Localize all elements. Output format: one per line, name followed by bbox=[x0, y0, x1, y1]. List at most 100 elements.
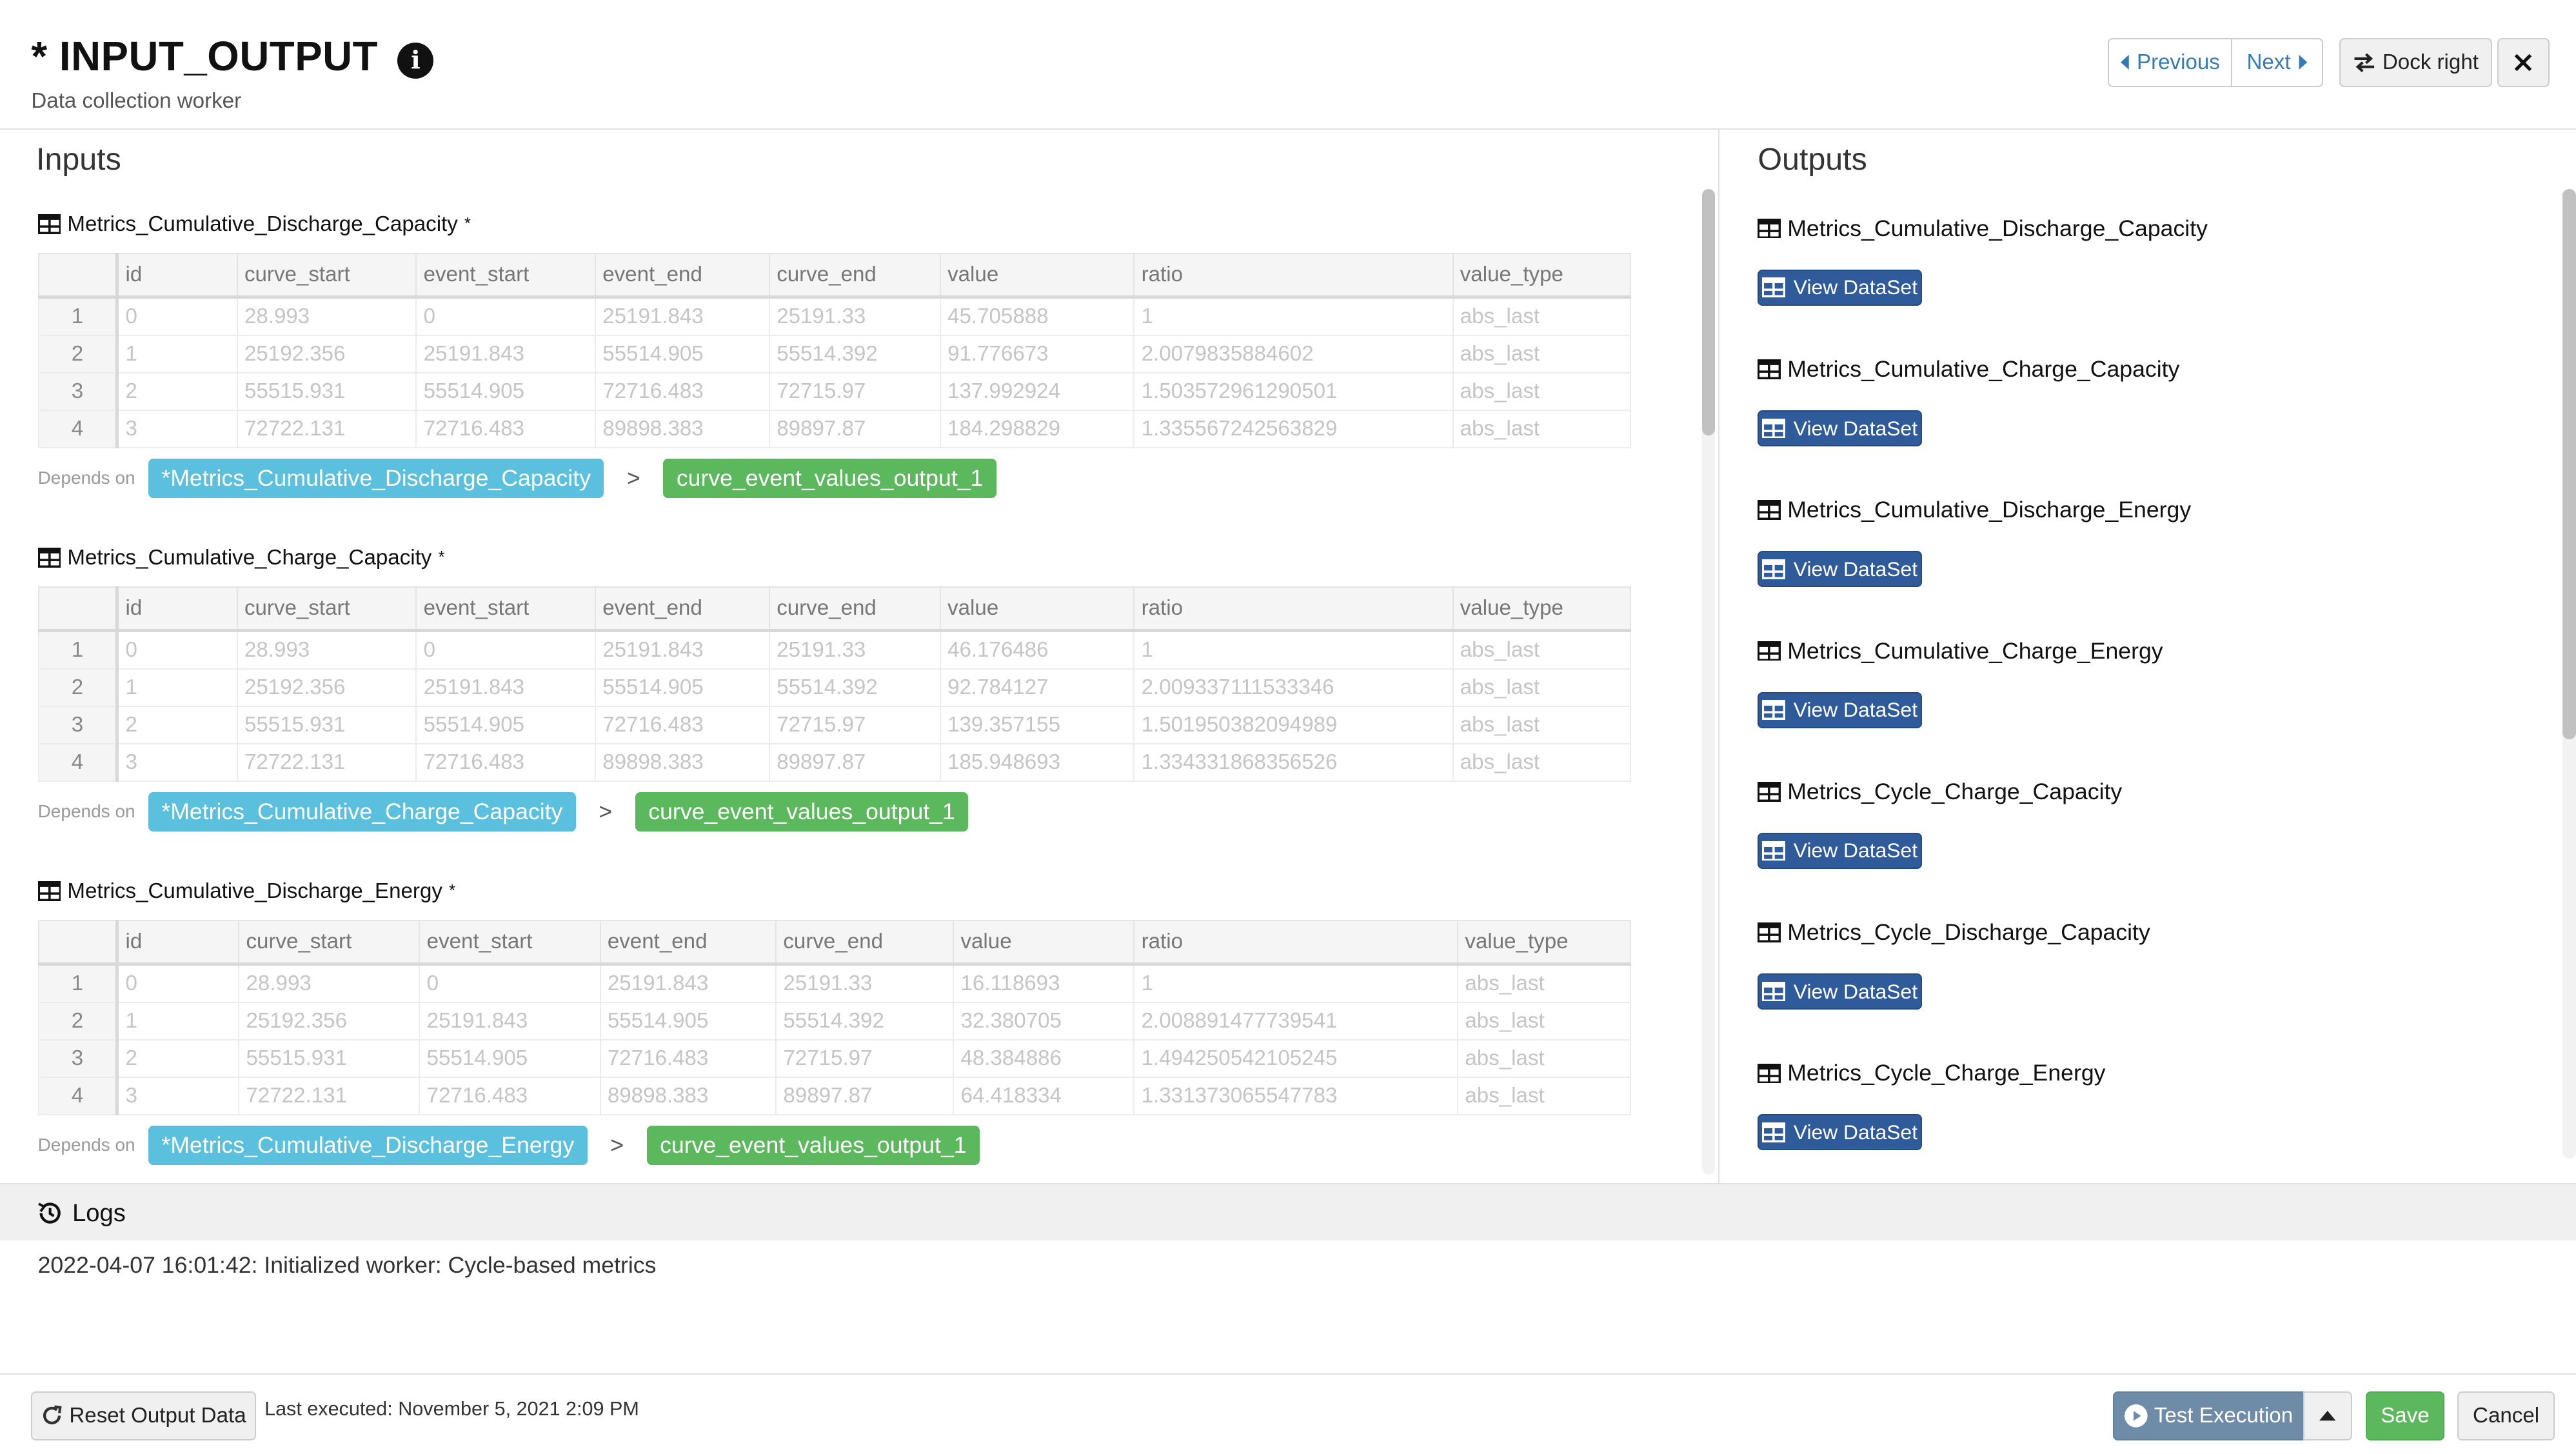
table-cell[interactable]: 2 bbox=[116, 372, 238, 412]
table-cell[interactable]: 72716.483 bbox=[419, 1077, 601, 1116]
table-cell[interactable]: 72715.97 bbox=[769, 372, 941, 412]
table-cell[interactable]: 25191.843 bbox=[419, 1002, 601, 1041]
table-cell[interactable]: 1.335567242563829 bbox=[1133, 410, 1454, 449]
view-dataset-button[interactable]: View DataSet bbox=[1758, 973, 1923, 1010]
view-dataset-button[interactable]: View DataSet bbox=[1758, 269, 1923, 306]
column-header[interactable]: event_start bbox=[415, 586, 597, 633]
table-cell[interactable]: 92.784127 bbox=[939, 668, 1135, 708]
table-cell[interactable]: 25191.843 bbox=[415, 334, 597, 373]
column-header[interactable]: event_start bbox=[415, 253, 597, 299]
column-header[interactable]: ratio bbox=[1133, 586, 1454, 633]
table-cell[interactable]: 0 bbox=[116, 296, 238, 336]
source-output-tag[interactable]: curve_event_values_output_1 bbox=[646, 1125, 980, 1165]
table-cell[interactable]: 46.176486 bbox=[939, 630, 1135, 670]
view-dataset-button[interactable]: View DataSet bbox=[1758, 692, 1923, 728]
column-header[interactable]: curve_end bbox=[769, 586, 941, 633]
table-cell[interactable]: 25191.843 bbox=[415, 668, 597, 708]
column-header[interactable]: value_type bbox=[1452, 586, 1631, 633]
column-header[interactable]: value_type bbox=[1452, 253, 1631, 299]
table-cell[interactable]: 1 bbox=[116, 334, 238, 373]
column-header[interactable]: value bbox=[939, 253, 1135, 299]
table-cell[interactable]: 2 bbox=[116, 1039, 240, 1079]
previous-button[interactable]: Previous bbox=[2107, 37, 2233, 87]
column-header[interactable]: curve_end bbox=[769, 253, 941, 299]
column-header[interactable]: value_type bbox=[1457, 920, 1631, 966]
table-cell[interactable]: abs_last bbox=[1457, 963, 1631, 1004]
column-header[interactable]: id bbox=[116, 920, 240, 966]
table-cell[interactable]: 3 bbox=[116, 410, 238, 449]
table-cell[interactable]: 64.418334 bbox=[953, 1077, 1135, 1116]
table-cell[interactable]: 184.298829 bbox=[939, 410, 1135, 449]
table-cell[interactable]: 45.705888 bbox=[939, 296, 1135, 336]
source-output-tag[interactable]: curve_event_values_output_1 bbox=[635, 792, 969, 832]
table-cell[interactable]: 0 bbox=[415, 296, 597, 336]
table-cell[interactable]: 89898.383 bbox=[595, 743, 770, 782]
table-cell[interactable]: 55514.392 bbox=[775, 1002, 955, 1041]
table-cell[interactable]: 55514.905 bbox=[415, 372, 597, 412]
table-cell[interactable]: 3 bbox=[116, 743, 238, 782]
column-header[interactable]: event_start bbox=[419, 920, 601, 966]
table-cell[interactable]: abs_last bbox=[1452, 334, 1631, 373]
table-cell[interactable]: 72716.483 bbox=[595, 706, 770, 745]
table-cell[interactable]: 1.503572961290501 bbox=[1133, 372, 1454, 412]
table-cell[interactable]: 91.776673 bbox=[939, 334, 1135, 373]
table-cell[interactable]: 72716.483 bbox=[415, 743, 597, 782]
next-button[interactable]: Next bbox=[2230, 37, 2323, 87]
table-cell[interactable]: abs_last bbox=[1457, 1039, 1631, 1079]
column-header[interactable]: curve_start bbox=[238, 920, 421, 966]
table-cell[interactable]: abs_last bbox=[1452, 630, 1631, 670]
table-cell[interactable]: 89897.87 bbox=[775, 1077, 955, 1116]
table-cell[interactable]: abs_last bbox=[1452, 372, 1631, 412]
table-cell[interactable]: 0 bbox=[419, 963, 601, 1004]
table-cell[interactable]: 72722.131 bbox=[236, 743, 417, 782]
test-options-button[interactable] bbox=[2303, 1391, 2353, 1441]
view-dataset-button[interactable]: View DataSet bbox=[1758, 410, 1923, 447]
table-cell[interactable]: 25191.33 bbox=[775, 963, 955, 1004]
table-cell[interactable]: 55515.931 bbox=[238, 1039, 421, 1079]
column-header[interactable]: curve_start bbox=[236, 586, 417, 633]
table-cell[interactable]: 72716.483 bbox=[415, 410, 597, 449]
table-cell[interactable]: abs_last bbox=[1457, 1002, 1631, 1041]
table-cell[interactable]: 55514.905 bbox=[599, 1002, 777, 1041]
table-cell[interactable]: 72722.131 bbox=[238, 1077, 421, 1116]
depends-dataset-tag[interactable]: *Metrics_Cumulative_Charge_Capacity bbox=[148, 792, 576, 832]
source-output-tag[interactable]: curve_event_values_output_1 bbox=[663, 458, 996, 498]
table-cell[interactable]: 1 bbox=[1133, 296, 1454, 336]
depends-dataset-tag[interactable]: *Metrics_Cumulative_Discharge_Energy bbox=[148, 1125, 588, 1165]
table-cell[interactable]: 28.993 bbox=[236, 296, 417, 336]
table-cell[interactable]: 1.501950382094989 bbox=[1133, 706, 1454, 745]
table-cell[interactable]: 55515.931 bbox=[236, 706, 417, 745]
table-cell[interactable]: 0 bbox=[116, 630, 238, 670]
table-cell[interactable]: 185.948693 bbox=[939, 743, 1135, 782]
table-cell[interactable]: 25191.843 bbox=[595, 630, 770, 670]
inputs-scroll-thumb[interactable] bbox=[1701, 188, 1716, 435]
table-cell[interactable]: 25192.356 bbox=[236, 334, 417, 373]
table-cell[interactable]: 48.384886 bbox=[953, 1039, 1135, 1079]
table-cell[interactable]: abs_last bbox=[1452, 296, 1631, 336]
table-cell[interactable]: 28.993 bbox=[238, 963, 421, 1004]
table-cell[interactable]: 1.334331868356526 bbox=[1133, 743, 1454, 782]
table-cell[interactable]: 2.0079835884602 bbox=[1133, 334, 1454, 373]
table-cell[interactable]: abs_last bbox=[1452, 706, 1631, 745]
column-header[interactable]: event_end bbox=[599, 920, 777, 966]
view-dataset-button[interactable]: View DataSet bbox=[1758, 1114, 1923, 1151]
table-cell[interactable]: 55514.905 bbox=[415, 706, 597, 745]
reset-output-button[interactable]: Reset Output Data bbox=[31, 1391, 257, 1441]
table-cell[interactable]: 1.331373065547783 bbox=[1133, 1077, 1459, 1116]
column-header[interactable]: value bbox=[939, 586, 1135, 633]
table-cell[interactable]: 25192.356 bbox=[238, 1002, 421, 1041]
table-cell[interactable]: 72716.483 bbox=[599, 1039, 777, 1079]
table-cell[interactable]: 137.992924 bbox=[939, 372, 1135, 412]
column-header[interactable]: curve_start bbox=[236, 253, 417, 299]
view-dataset-button[interactable]: View DataSet bbox=[1758, 551, 1923, 588]
table-cell[interactable]: 25191.843 bbox=[595, 296, 770, 336]
table-cell[interactable]: 55514.392 bbox=[769, 334, 941, 373]
table-cell[interactable]: abs_last bbox=[1452, 743, 1631, 782]
table-cell[interactable]: abs_last bbox=[1457, 1077, 1631, 1116]
cancel-button[interactable]: Cancel bbox=[2457, 1391, 2555, 1441]
table-cell[interactable]: 25191.843 bbox=[599, 963, 777, 1004]
table-cell[interactable]: 16.118693 bbox=[953, 963, 1135, 1004]
table-cell[interactable]: 0 bbox=[116, 963, 240, 1004]
column-header[interactable]: curve_end bbox=[775, 920, 955, 966]
table-cell[interactable]: 55514.905 bbox=[419, 1039, 601, 1079]
